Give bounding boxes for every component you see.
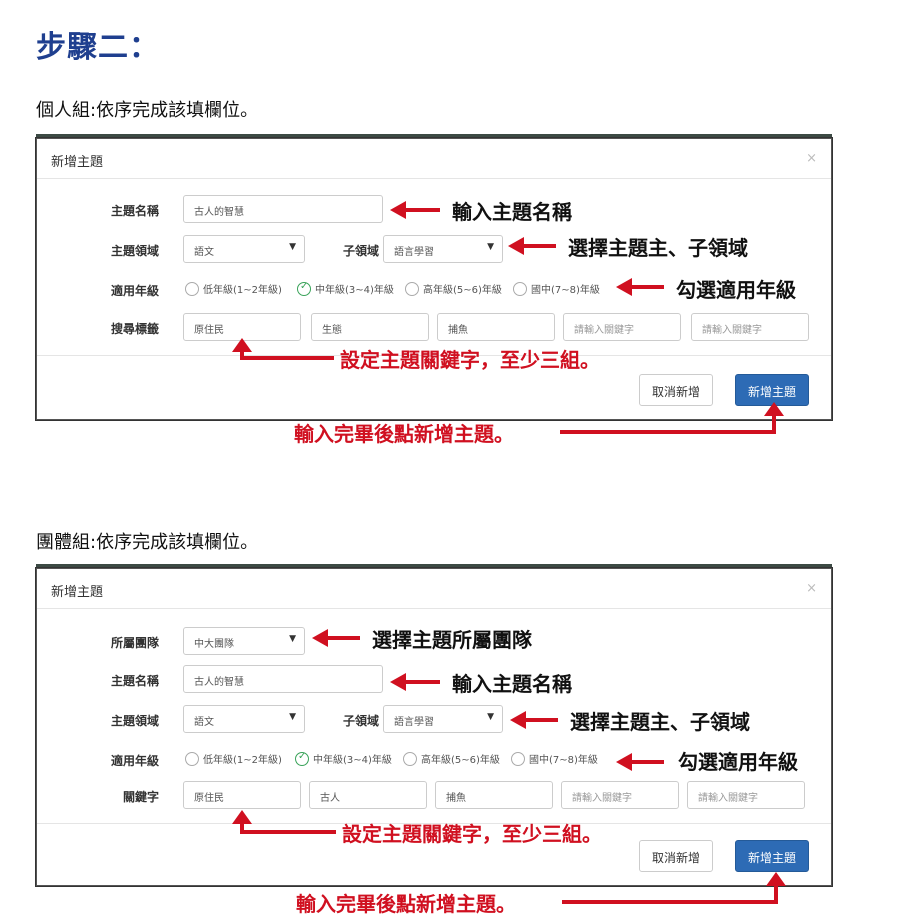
- label-name: 主題名稱: [110, 674, 159, 688]
- connector-line: [772, 414, 776, 434]
- label-grade: 適用年級: [110, 754, 159, 768]
- domain-value: 語文: [194, 717, 214, 728]
- arrow-up-icon: [766, 872, 786, 886]
- keyword-input-5[interactable]: 請輸入關鍵字: [691, 313, 809, 341]
- annotation-finish: 輸入完畢後點新增主題。: [294, 422, 514, 446]
- group-desc: 團體組:依序完成該填欄位。: [36, 532, 259, 553]
- connector-line: [774, 884, 778, 904]
- grade-radio-3[interactable]: 高年級(5~6)年級: [405, 281, 502, 296]
- grade-radio-3[interactable]: 高年級(5~6)年級: [403, 751, 500, 766]
- domain-value: 語文: [194, 247, 214, 258]
- page: 步驟二： 個人組:依序完成該填欄位。 新增主題 × 主題名稱 古人的智慧 主題領…: [0, 0, 900, 920]
- caret-down-icon: ▼: [289, 634, 296, 644]
- arrow-up-icon: [764, 402, 784, 416]
- keyword-input-3[interactable]: 捕魚: [435, 781, 553, 809]
- caret-down-icon: ▼: [289, 242, 296, 252]
- subdomain-value: 語言學習: [394, 247, 434, 258]
- label-domain: 主題領域: [110, 714, 159, 728]
- caret-down-icon: ▼: [487, 242, 494, 252]
- modal-header: 新增主題 ×: [37, 569, 831, 609]
- domain-select[interactable]: 語文 ▼: [183, 235, 305, 263]
- keyword-input-4[interactable]: 請輸入關鍵字: [561, 781, 679, 809]
- grade-radio-1[interactable]: 低年級(1~2年級): [185, 751, 282, 766]
- annotation-set-keywords: 設定主題關鍵字，至少三組。: [342, 822, 602, 846]
- radio-icon: [513, 281, 527, 296]
- grade-radio-1[interactable]: 低年級(1~2年級): [185, 281, 282, 296]
- radio-icon: [511, 751, 525, 766]
- radio-icon: [405, 281, 419, 296]
- caret-down-icon: ▼: [289, 712, 296, 722]
- caret-down-icon: ▼: [487, 712, 494, 722]
- connector-line: [562, 900, 778, 904]
- radio-checked-icon: [295, 751, 309, 766]
- row-keywords: 關鍵字 原住民 古人 捕魚 請輸入關鍵字 請輸入關鍵字: [37, 781, 831, 809]
- label-subdomain: 子領域: [342, 244, 379, 258]
- arrow-left-icon: [508, 237, 556, 255]
- name-input[interactable]: 古人的智慧: [183, 195, 383, 223]
- annotation-check-grade: 勾選適用年級: [676, 278, 796, 302]
- connector-line: [240, 830, 336, 834]
- row-name: 主題名稱 古人的智慧: [37, 665, 831, 693]
- subdomain-value: 語言學習: [394, 717, 434, 728]
- label-subdomain: 子領域: [342, 714, 379, 728]
- arrow-left-icon: [390, 673, 440, 691]
- keyword-input-1[interactable]: 原住民: [183, 313, 301, 341]
- team-select[interactable]: 中大團隊 ▼: [183, 627, 305, 655]
- annotation-check-grade: 勾選適用年級: [678, 750, 798, 774]
- label-domain: 主題領域: [110, 244, 159, 258]
- label-keywords: 搜尋標籤: [110, 322, 159, 336]
- modal-header: 新增主題 ×: [37, 139, 831, 179]
- close-icon[interactable]: ×: [806, 151, 817, 166]
- arrow-left-icon: [312, 629, 360, 647]
- radio-icon: [403, 751, 417, 766]
- keyword-input-3[interactable]: 捕魚: [437, 313, 555, 341]
- annotation-set-keywords: 設定主題關鍵字，至少三組。: [340, 348, 600, 372]
- annotation-select-domain: 選擇主題主、子領域: [568, 236, 748, 260]
- keyword-input-1[interactable]: 原住民: [183, 781, 301, 809]
- subdomain-select[interactable]: 語言學習 ▼: [383, 235, 503, 263]
- annotation-input-name: 輸入主題名稱: [452, 200, 572, 224]
- arrow-left-icon: [616, 278, 664, 296]
- connector-line: [560, 430, 776, 434]
- label-keywords: 關鍵字: [122, 790, 159, 804]
- arrow-left-icon: [510, 711, 558, 729]
- grade-radio-4[interactable]: 國中(7~8)年級: [513, 281, 600, 296]
- radio-icon: [185, 281, 199, 296]
- grade-radio-4[interactable]: 國中(7~8)年級: [511, 751, 598, 766]
- step-title: 步驟二：: [36, 30, 160, 65]
- cancel-button[interactable]: 取消新增: [639, 840, 714, 872]
- arrow-left-icon: [616, 753, 664, 771]
- annotation-select-team: 選擇主題所屬團隊: [372, 628, 532, 652]
- individual-desc: 個人組:依序完成該填欄位。: [36, 100, 259, 121]
- annotation-select-domain: 選擇主題主、子領域: [570, 710, 750, 734]
- arrow-left-icon: [390, 201, 440, 219]
- add-topic-button[interactable]: 新增主題: [735, 840, 810, 872]
- keyword-input-5[interactable]: 請輸入關鍵字: [687, 781, 805, 809]
- close-icon[interactable]: ×: [806, 581, 817, 596]
- domain-select[interactable]: 語文 ▼: [183, 705, 305, 733]
- grade-radio-2[interactable]: 中年級(3~4)年級: [295, 751, 392, 766]
- annotation-finish: 輸入完畢後點新增主題。: [296, 892, 516, 916]
- subdomain-select[interactable]: 語言學習 ▼: [383, 705, 503, 733]
- radio-icon: [185, 751, 199, 766]
- team-value: 中大團隊: [194, 639, 234, 650]
- name-input[interactable]: 古人的智慧: [183, 665, 383, 693]
- grade-radio-2[interactable]: 中年級(3~4)年級: [297, 281, 394, 296]
- keyword-input-2[interactable]: 古人: [309, 781, 427, 809]
- connector-line: [240, 356, 334, 360]
- label-grade: 適用年級: [110, 284, 159, 298]
- keyword-input-4[interactable]: 請輸入關鍵字: [563, 313, 681, 341]
- modal-title: 新增主題: [51, 155, 104, 170]
- keyword-input-2[interactable]: 生態: [311, 313, 429, 341]
- modal-title: 新增主題: [51, 585, 104, 600]
- label-team: 所屬團隊: [110, 636, 159, 650]
- label-name: 主題名稱: [110, 204, 159, 218]
- row-keywords: 搜尋標籤 原住民 生態 捕魚 請輸入關鍵字 請輸入關鍵字: [37, 313, 831, 341]
- cancel-button[interactable]: 取消新增: [639, 374, 714, 406]
- radio-checked-icon: [297, 281, 311, 296]
- annotation-input-name: 輸入主題名稱: [452, 672, 572, 696]
